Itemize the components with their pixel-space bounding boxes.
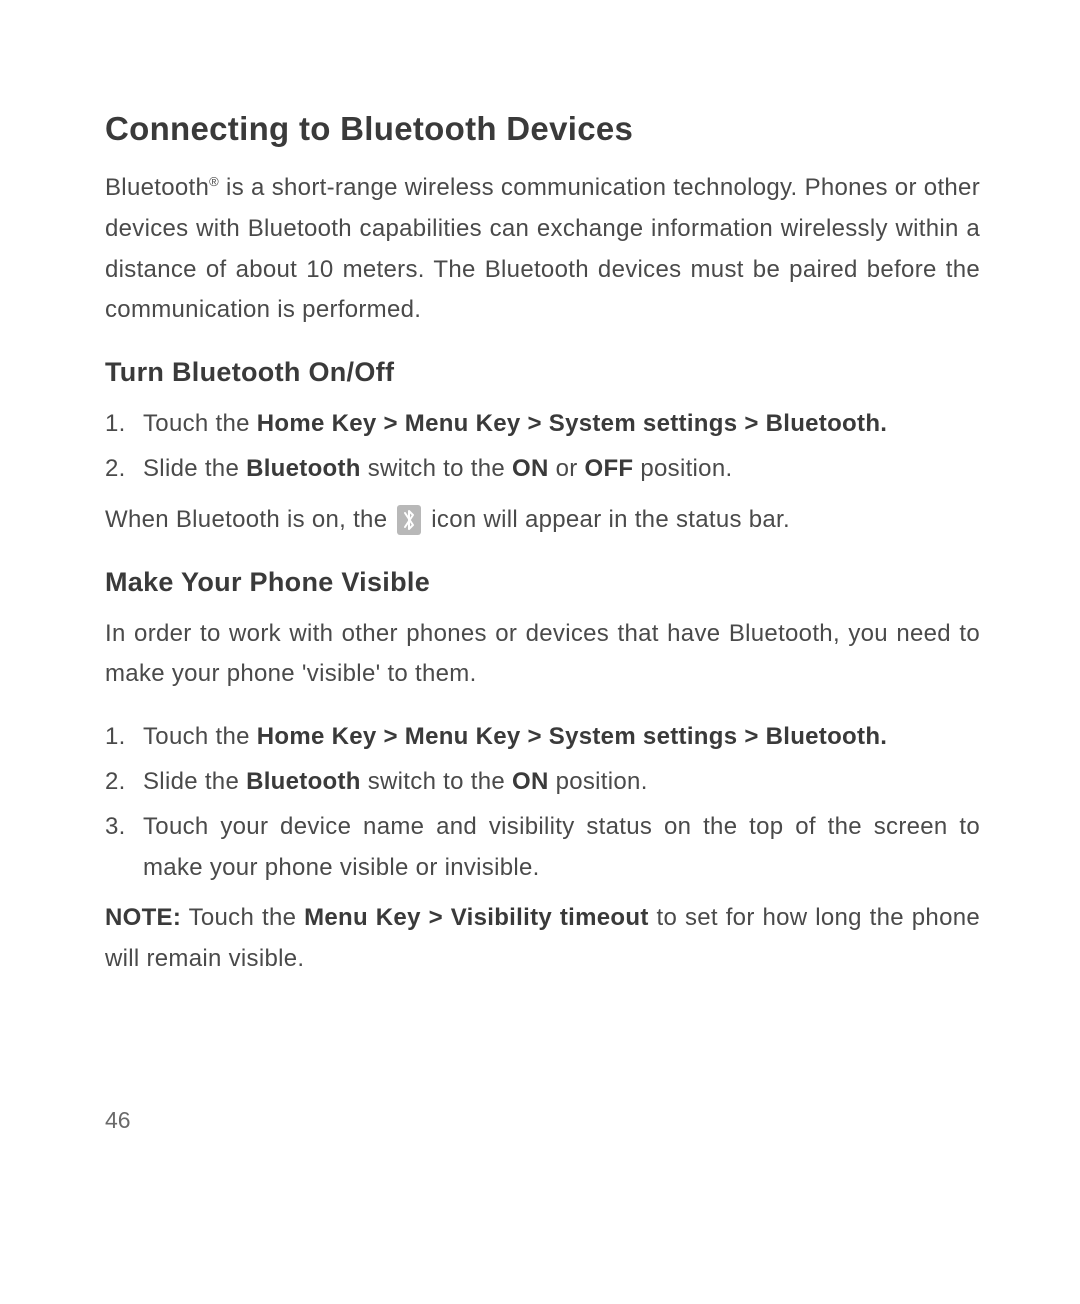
page-title: Connecting to Bluetooth Devices	[105, 110, 980, 148]
list-item: 3. Touch your device name and visibility…	[105, 807, 980, 889]
item-text-pre: Slide the	[143, 768, 246, 795]
item-text: Touch your device name and visibility st…	[143, 813, 980, 881]
item-bold2: ON	[512, 768, 549, 795]
page-number: 46	[105, 1107, 131, 1134]
item-text-pre: Touch the	[143, 723, 257, 750]
note-bold: Menu Key > Visibility timeout	[304, 904, 649, 931]
list-item: 2. Slide the Bluetooth switch to the ON …	[105, 762, 980, 803]
list-item: 2. Slide the Bluetooth switch to the ON …	[105, 449, 980, 490]
intro-paragraph: Bluetooth® is a short-range wireless com…	[105, 168, 980, 331]
bluetooth-icon	[397, 505, 421, 535]
section2-list: 1. Touch the Home Key > Menu Key > Syste…	[105, 717, 980, 888]
section1-heading: Turn Bluetooth On/Off	[105, 357, 980, 388]
section-make-visible: Make Your Phone Visible In order to work…	[105, 567, 980, 980]
item-mid: switch to the	[361, 455, 512, 482]
registered-symbol: ®	[209, 174, 219, 189]
item-text-pre: Slide the	[143, 455, 246, 482]
item-bold1: Bluetooth	[246, 768, 361, 795]
section1-body: When Bluetooth is on, the icon will appe…	[105, 500, 980, 541]
note-pre: Touch the	[181, 904, 304, 931]
item-text-pre: Touch the	[143, 410, 257, 437]
note-paragraph: NOTE: Touch the Menu Key > Visibility ti…	[105, 898, 980, 980]
item-mid2: or	[549, 455, 585, 482]
item-text-bold: Home Key > Menu Key > System settings > …	[257, 410, 888, 437]
item-mid: switch to the	[361, 768, 512, 795]
list-item: 1. Touch the Home Key > Menu Key > Syste…	[105, 717, 980, 758]
body-pre: When Bluetooth is on, the	[105, 506, 394, 533]
item-number: 3.	[105, 807, 126, 848]
list-item: 1. Touch the Home Key > Menu Key > Syste…	[105, 404, 980, 445]
section1-list: 1. Touch the Home Key > Menu Key > Syste…	[105, 404, 980, 490]
section2-intro: In order to work with other phones or de…	[105, 614, 980, 696]
intro-part1: Bluetooth	[105, 174, 209, 201]
item-bold1: Bluetooth	[246, 455, 361, 482]
section2-heading: Make Your Phone Visible	[105, 567, 980, 598]
item-bold2: ON	[512, 455, 549, 482]
item-post: position.	[633, 455, 732, 482]
item-number: 2.	[105, 449, 126, 490]
body-post: icon will appear in the status bar.	[424, 506, 790, 533]
item-text-bold: Home Key > Menu Key > System settings > …	[257, 723, 888, 750]
item-post: position.	[549, 768, 648, 795]
intro-part2: is a short-range wireless communication …	[105, 174, 980, 323]
item-bold3: OFF	[585, 455, 634, 482]
item-number: 1.	[105, 404, 126, 445]
section-turn-bluetooth: Turn Bluetooth On/Off 1. Touch the Home …	[105, 357, 980, 540]
note-label: NOTE:	[105, 904, 181, 931]
item-number: 1.	[105, 717, 126, 758]
item-number: 2.	[105, 762, 126, 803]
